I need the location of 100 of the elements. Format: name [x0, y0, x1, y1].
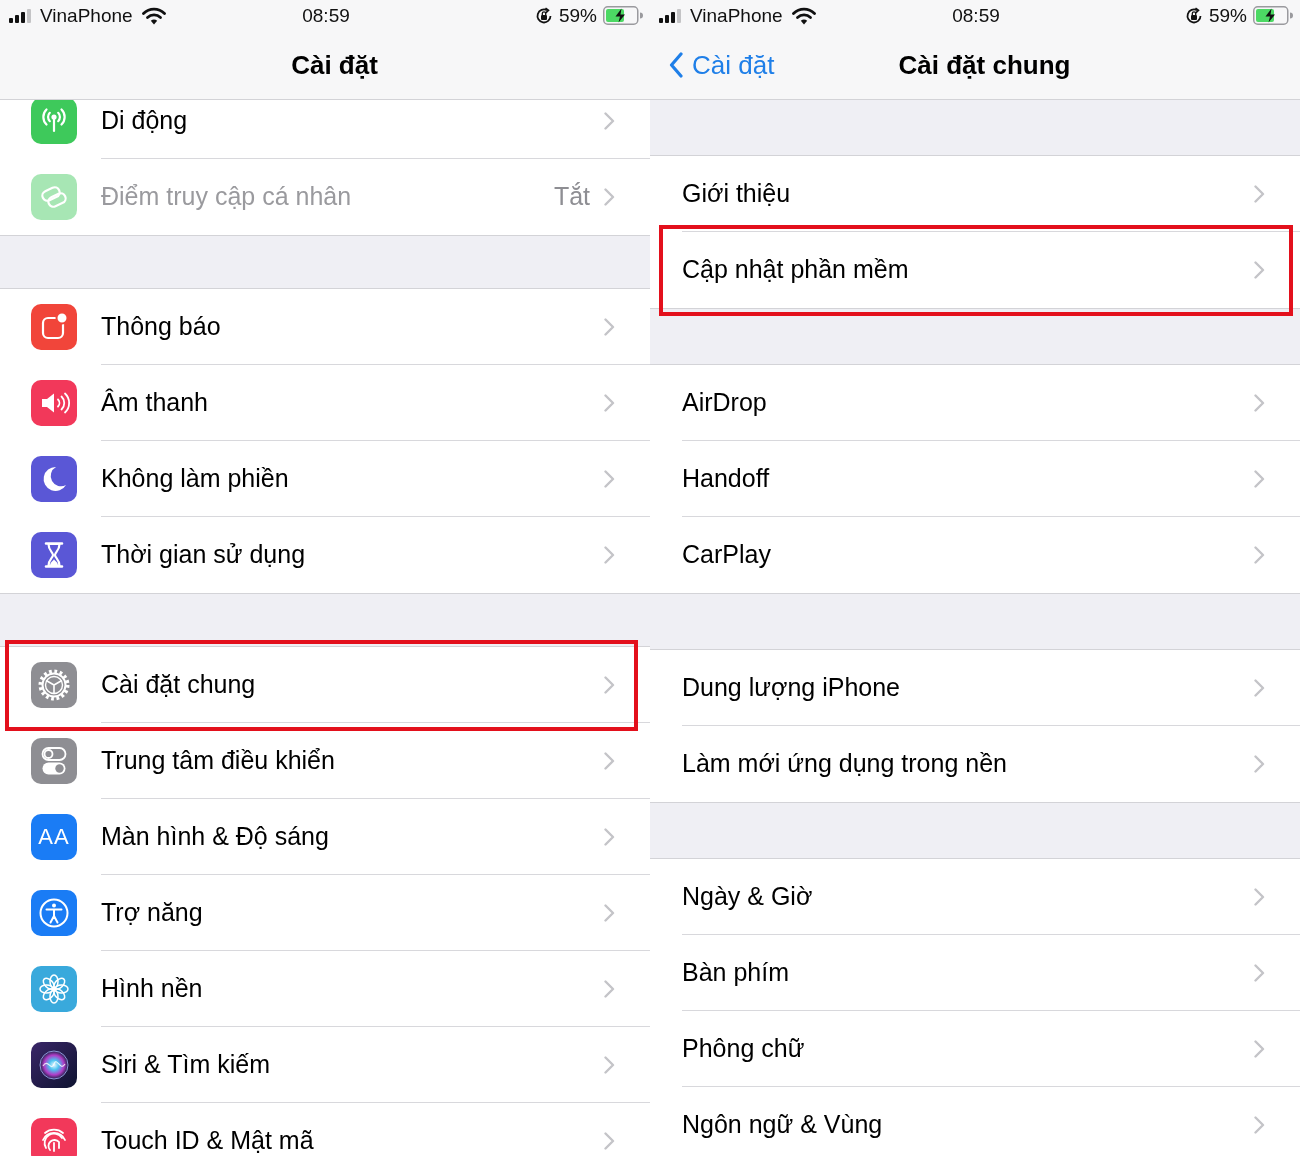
signal-bars-icon	[9, 8, 31, 23]
row-label: Ngôn ngữ & Vùng	[682, 1110, 884, 1139]
settings-row[interactable]: Trung tâm điều khiển	[0, 723, 650, 799]
settings-row[interactable]: Touch ID & Mật mã	[0, 1103, 650, 1156]
chevron-right-icon	[604, 979, 615, 998]
toggle-switches-icon	[31, 738, 77, 784]
chain-link-icon	[31, 174, 77, 220]
chevron-right-icon	[1254, 393, 1265, 412]
text-size-icon: AA	[31, 814, 77, 860]
row-label: Làm mới ứng dụng trong nền	[682, 749, 1008, 778]
row-label: AirDrop	[682, 388, 768, 417]
settings-row[interactable]: Ngôn ngữ & Vùng	[650, 1087, 1300, 1156]
settings-row[interactable]: Siri & Tìm kiếm	[0, 1027, 650, 1103]
settings-row[interactable]: Di động	[0, 100, 650, 159]
chevron-right-icon	[604, 393, 615, 412]
settings-row[interactable]: Làm mới ứng dụng trong nền	[650, 726, 1300, 802]
clock-time: 08:59	[302, 4, 350, 27]
chevron-right-icon	[1254, 678, 1265, 697]
wifi-icon	[791, 6, 816, 25]
rotation-lock-icon	[534, 6, 553, 25]
chevron-right-icon	[604, 1055, 615, 1074]
chevron-right-icon	[604, 469, 615, 488]
row-label: Cài đặt chung	[101, 670, 257, 699]
row-label: Touch ID & Mật mã	[101, 1126, 315, 1155]
wifi-icon	[141, 6, 166, 25]
chevron-right-icon	[1254, 545, 1265, 564]
row-label: Dung lượng iPhone	[682, 673, 901, 702]
chevron-right-icon	[1254, 469, 1265, 488]
chevron-right-icon	[604, 827, 615, 846]
notification-icon	[31, 304, 77, 350]
chevron-right-icon	[1254, 754, 1265, 773]
chevron-right-icon	[604, 1131, 615, 1150]
settings-row[interactable]: Cập nhật phần mềm	[650, 232, 1300, 308]
settings-row[interactable]: AA Màn hình & Độ sáng	[0, 799, 650, 875]
chevron-right-icon	[1254, 1115, 1265, 1134]
chevron-right-icon	[1254, 260, 1265, 279]
row-label: Bàn phím	[682, 958, 790, 987]
settings-row[interactable]: Dung lượng iPhone	[650, 650, 1300, 726]
row-label: Hình nền	[101, 974, 204, 1003]
settings-row[interactable]: Thông báo	[0, 289, 650, 365]
chevron-right-icon	[604, 111, 615, 130]
row-value: Tắt	[553, 182, 590, 211]
settings-row[interactable]: Cài đặt chung	[0, 647, 650, 723]
carrier-name: VinaPhone	[40, 4, 133, 27]
row-label: Điểm truy cập cá nhân	[101, 182, 353, 211]
settings-row[interactable]: Bàn phím	[650, 935, 1300, 1011]
settings-row[interactable]: Hình nền	[0, 951, 650, 1027]
moon-icon	[31, 456, 77, 502]
settings-row[interactable]: Phông chữ	[650, 1011, 1300, 1087]
chevron-right-icon	[1254, 963, 1265, 982]
clock-time: 08:59	[952, 4, 1000, 27]
row-label: Âm thanh	[101, 388, 209, 417]
chevron-right-icon	[1254, 887, 1265, 906]
chevron-right-icon	[604, 675, 615, 694]
back-chevron-icon	[669, 52, 683, 78]
settings-row[interactable]: Thời gian sử dụng	[0, 517, 650, 593]
row-label: CarPlay	[682, 540, 772, 569]
row-label: Giới thiệu	[682, 179, 792, 208]
row-label: Di động	[101, 106, 189, 135]
settings-row[interactable]: CarPlay	[650, 517, 1300, 593]
settings-row[interactable]: Handoff	[650, 441, 1300, 517]
battery-icon	[1253, 6, 1293, 25]
hourglass-icon	[31, 532, 77, 578]
row-label: Phông chữ	[682, 1034, 806, 1063]
row-label: Siri & Tìm kiếm	[101, 1050, 271, 1079]
chevron-right-icon	[1254, 1039, 1265, 1058]
battery-icon	[603, 6, 643, 25]
screen-title: Cài đặt chung	[898, 49, 1071, 81]
settings-row[interactable]: Giới thiệu	[650, 156, 1300, 232]
row-label: Thông báo	[101, 312, 222, 341]
row-label: Không làm phiền	[101, 464, 290, 493]
battery-percentage: 59%	[558, 4, 597, 27]
row-label: Trợ năng	[101, 898, 204, 927]
settings-row[interactable]: Âm thanh	[0, 365, 650, 441]
carrier-name: VinaPhone	[690, 4, 783, 27]
settings-row[interactable]: AirDrop	[650, 365, 1300, 441]
row-label: Màn hình & Độ sáng	[101, 822, 330, 851]
accessibility-icon	[31, 890, 77, 936]
chevron-right-icon	[1254, 184, 1265, 203]
chevron-right-icon	[604, 187, 615, 206]
glowing-orb-icon	[31, 1042, 77, 1088]
row-label: Handoff	[682, 464, 771, 493]
row-label: Thời gian sử dụng	[101, 540, 307, 569]
row-label: Ngày & Giờ	[682, 882, 814, 911]
signal-bars-icon	[659, 8, 681, 23]
row-label: Trung tâm điều khiển	[101, 746, 336, 775]
settings-row[interactable]: Trợ năng	[0, 875, 650, 951]
settings-row[interactable]: Không làm phiền	[0, 441, 650, 517]
battery-percentage: 59%	[1208, 4, 1247, 27]
back-button[interactable]: Cài đặt	[669, 49, 775, 81]
rotation-lock-icon	[1184, 6, 1203, 25]
gear-icon	[31, 662, 77, 708]
settings-row[interactable]: Ngày & Giờ	[650, 859, 1300, 935]
chevron-right-icon	[604, 545, 615, 564]
chevron-right-icon	[604, 751, 615, 770]
chevron-right-icon	[604, 317, 615, 336]
screen-title: Cài đặt	[291, 49, 378, 81]
flower-icon	[31, 966, 77, 1012]
speaker-icon	[31, 380, 77, 426]
row-label: Cập nhật phần mềm	[682, 255, 910, 284]
